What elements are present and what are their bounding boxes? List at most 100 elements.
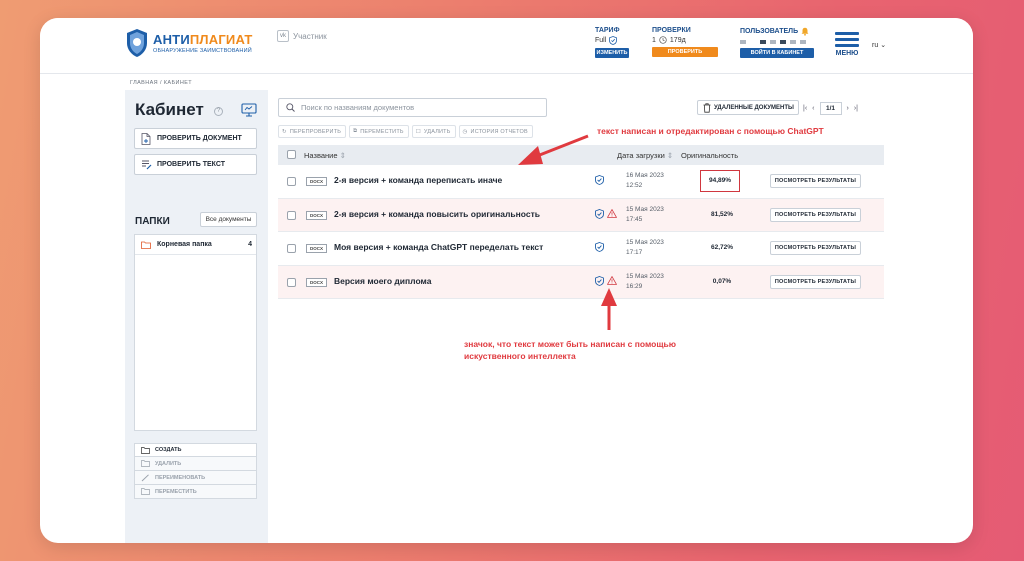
column-name[interactable]: Название ⇕ (304, 151, 346, 160)
shield-logo-icon (127, 29, 147, 57)
folder-icon (141, 241, 151, 249)
view-results-button[interactable]: ПОСМОТРЕТЬ РЕЗУЛЬТАТЫ (770, 241, 861, 255)
originality-value: 62,72% (710, 244, 734, 251)
delete-folder-label: УДАЛИТЬ (155, 460, 182, 467)
annotation-ai-icon-line2: искуственного интеллекта (464, 351, 576, 361)
prev-page-icon[interactable]: ‹ (812, 105, 814, 112)
originality-value: 0,07% (712, 277, 732, 285)
trash-icon (703, 103, 711, 113)
file-type-badge: DOCX (306, 244, 328, 253)
folders-heading: ПАПКИ (135, 216, 170, 227)
column-originality[interactable]: Оригинальность (681, 151, 738, 160)
report-history-button[interactable]: ◷ ИСТОРИЯ ОТЧЕТОВ (458, 125, 533, 138)
delete-button[interactable]: ☐ УДАЛИТЬ (411, 125, 456, 138)
page-indicator[interactable]: 1/1 (819, 102, 842, 115)
language-selector[interactable]: ru ⌄ (872, 41, 886, 49)
clock-icon (659, 36, 667, 44)
next-page-icon[interactable]: › (847, 105, 849, 112)
search-icon (286, 103, 295, 112)
deleted-documents-button[interactable]: УДАЛЕННЫЕ ДОКУМЕНТЫ (697, 100, 799, 115)
status-icons (595, 275, 617, 286)
vk-icon: vk (277, 30, 289, 42)
text-edit-icon (142, 160, 152, 170)
check-document-header-button[interactable]: ПРОВЕРИТЬ ДОКУМЕНТ (652, 47, 718, 65)
create-folder-button[interactable]: СОЗДАТЬ (134, 443, 257, 457)
ai-warning-icon[interactable] (607, 208, 617, 218)
menu-button[interactable]: МЕНЮ (835, 32, 859, 57)
ai-warning-icon[interactable] (607, 275, 617, 285)
row-checkbox[interactable] (287, 244, 296, 253)
document-title[interactable]: Моя версия + команда ChatGPT переделать … (334, 242, 543, 252)
refresh-icon: ↻ (282, 128, 287, 135)
trash-icon: ☐ (415, 128, 421, 135)
row-checkbox[interactable] (287, 177, 296, 186)
upload-time: 17:45 (626, 215, 643, 223)
view-results-button[interactable]: ПОСМОТРЕТЬ РЕЗУЛЬТАТЫ (770, 207, 861, 222)
breadcrumb[interactable]: ГЛАВНАЯ / КАБИНЕТ (130, 80, 192, 86)
row-checkbox[interactable] (287, 210, 296, 220)
annotation-chatgpt: текст написан и отредактирован с помощью… (597, 126, 824, 136)
delete-folder-button[interactable]: УДАЛИТЬ (134, 457, 257, 471)
table-row[interactable]: DOCX Моя версия + команда ChatGPT переде… (278, 232, 884, 266)
status-icons (595, 242, 604, 252)
file-type-badge: DOCX (306, 277, 328, 287)
all-documents-button[interactable]: Все документы (200, 212, 257, 227)
upload-date: 15 Мая 2023 (626, 205, 664, 213)
table-row[interactable]: DOCX Версия моего диплома 15 Мая 2023 16:… (278, 265, 884, 299)
shield-check-icon (595, 242, 604, 252)
select-all-checkbox[interactable] (287, 150, 296, 159)
document-title[interactable]: Версия моего диплома (334, 276, 431, 286)
shield-check-icon (595, 275, 604, 286)
document-title[interactable]: 2-я версия + команда переписать иначе (334, 175, 502, 185)
deleted-documents-label: УДАЛЕННЫЕ ДОКУМЕНТЫ (714, 104, 794, 111)
enter-cabinet-button[interactable]: ВОЙТИ В КАБИНЕТ (740, 48, 814, 58)
upload-time: 16:29 (626, 282, 643, 290)
sidebar: Кабинет ? ПРОВЕРИТЬ ДОКУМЕНТ ПРОВЕРИТЬ Т… (125, 90, 268, 543)
search-input[interactable] (301, 103, 531, 112)
user-block: ПОЛЬЗОВАТЕЛЬ ВОЙТИ В КАБИНЕТ (740, 27, 814, 58)
check-document-button[interactable]: ПРОВЕРИТЬ ДОКУМЕНТ (134, 128, 257, 149)
documents-table: Название ⇕ Дата загрузки ⇕ Оригинальност… (278, 145, 884, 299)
user-login-mask (740, 40, 814, 44)
folder-item-root[interactable]: Корневая папка 4 (135, 235, 256, 255)
logo-subtitle: ОБНАРУЖЕНИЕ ЗАИМСТВОВАНИЙ (153, 48, 252, 54)
originality-value: 81,52% (710, 210, 734, 218)
move-folder-button[interactable]: ПЕРЕМЕСТИТЬ (134, 485, 257, 499)
check-text-label: ПРОВЕРИТЬ ТЕКСТ (157, 161, 226, 168)
first-page-icon[interactable]: |‹ (803, 105, 807, 112)
page-title: Кабинет (135, 100, 204, 119)
app-window: АНТИПЛАГИАТ ОБНАРУЖЕНИЕ ЗАИМСТВОВАНИЙ vk… (40, 18, 973, 543)
rename-folder-button[interactable]: ПЕРЕИМЕНОВАТЬ (134, 471, 257, 485)
check-text-button[interactable]: ПРОВЕРИТЬ ТЕКСТ (134, 154, 257, 175)
logo-wordmark: АНТИПЛАГИАТ (153, 32, 253, 47)
move-icon: ⧉ (353, 128, 358, 134)
bell-icon[interactable] (801, 27, 809, 36)
shield-check-icon (595, 208, 604, 219)
change-tariff-button[interactable]: ИЗМЕНИТЬ (595, 48, 629, 58)
monitor-icon[interactable] (241, 103, 257, 117)
table-row[interactable]: DOCX 2-я версия + команда повысить ориги… (278, 198, 884, 232)
checks-count: 1 (652, 36, 656, 44)
column-date[interactable]: Дата загрузки ⇕ (617, 151, 673, 160)
antiplagiat-logo[interactable]: АНТИПЛАГИАТ ОБНАРУЖЕНИЕ ЗАИМСТВОВАНИЙ (126, 28, 253, 58)
row-checkbox[interactable] (287, 277, 296, 287)
history-icon: ◷ (462, 128, 468, 135)
checks-days: 179д (669, 36, 686, 44)
sort-icon: ⇕ (666, 151, 674, 160)
recheck-button[interactable]: ↻ ПЕРЕПРОВЕРИТЬ (278, 125, 347, 138)
role-indicator[interactable]: vk Участник (277, 30, 327, 42)
pencil-icon (141, 473, 149, 481)
rename-folder-label: ПЕРЕИМЕНОВАТЬ (155, 474, 206, 481)
help-icon[interactable]: ? (214, 107, 223, 116)
status-icons (595, 208, 617, 219)
document-title[interactable]: 2-я версия + команда повысить оригинальн… (334, 209, 540, 219)
search-box[interactable] (278, 98, 547, 117)
folder-name: Корневая папка (157, 241, 212, 248)
view-results-button[interactable]: ПОСМОТРЕТЬ РЕЗУЛЬТАТЫ (770, 174, 861, 188)
view-results-button[interactable]: ПОСМОТРЕТЬ РЕЗУЛЬТАТЫ (770, 274, 861, 289)
move-button[interactable]: ⧉ ПЕРЕМЕСТИТЬ (349, 125, 409, 138)
shield-check-icon (595, 175, 604, 185)
table-row[interactable]: DOCX 2-я версия + команда переписать ина… (278, 165, 884, 199)
last-page-icon[interactable]: ›| (854, 105, 858, 112)
folder-add-icon (141, 446, 150, 454)
